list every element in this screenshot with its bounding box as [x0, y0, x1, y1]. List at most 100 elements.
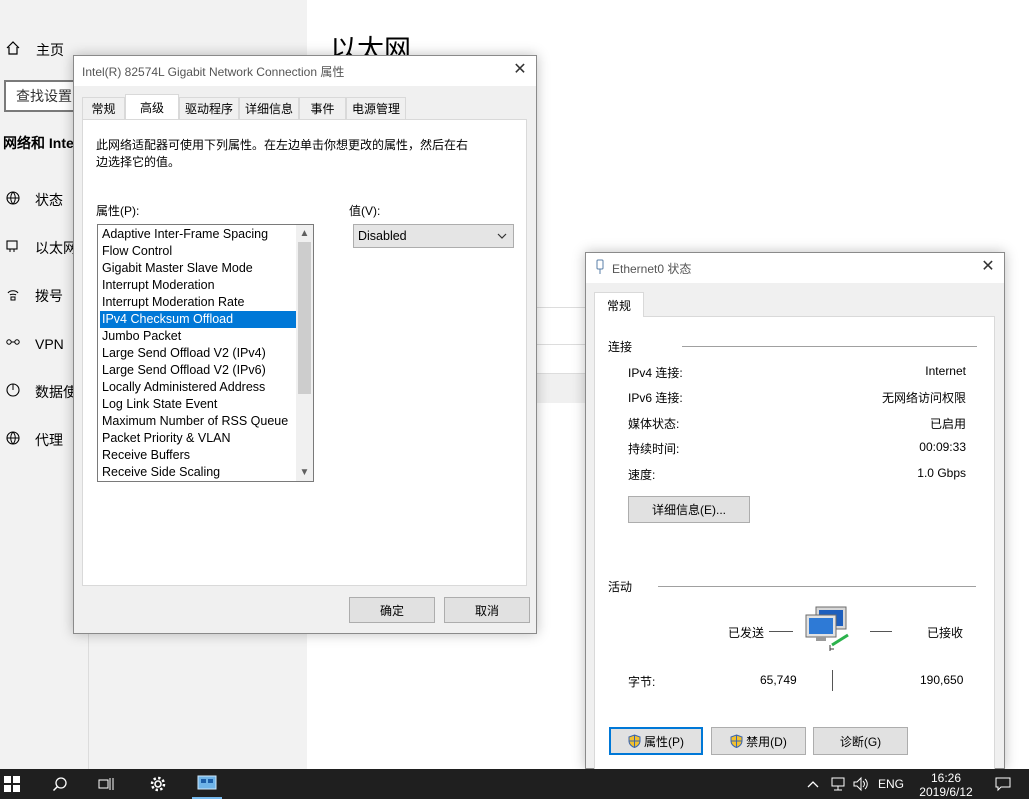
clock-time: 16:26 [930, 771, 962, 785]
proxy-globe-icon [3, 430, 23, 450]
list-item[interactable]: Adaptive Inter-Frame Spacing [100, 226, 296, 243]
received-line [870, 631, 892, 632]
volume-icon[interactable] [851, 769, 871, 799]
list-item[interactable]: Locally Administered Address [100, 379, 296, 396]
connection-section-title: 连接 [608, 340, 633, 354]
list-item[interactable]: Maximum Number of RSS Queue [100, 413, 296, 430]
list-item[interactable]: Log Link State Event [100, 396, 296, 413]
sidebar-item-label: VPN [35, 336, 64, 352]
value-label: 值(V): [349, 204, 381, 218]
sidebar-item-label: 代理 [35, 432, 63, 448]
sidebar-item-label: 数据使 [35, 384, 77, 400]
list-item[interactable]: Receive Buffers [100, 447, 296, 464]
sent-line [769, 631, 793, 632]
properties-button[interactable]: 属性(P) [609, 727, 703, 755]
button-label: 禁用(D) [746, 734, 787, 749]
bytes-separator [832, 670, 833, 691]
value-dropdown-selected: Disabled [358, 229, 407, 243]
dialog-title: Ethernet0 状态 [612, 261, 692, 276]
content-row [536, 344, 586, 373]
list-item[interactable]: Interrupt Moderation [100, 277, 296, 294]
tab-driver[interactable]: 驱动程序 [179, 97, 239, 119]
content-row [536, 307, 586, 344]
button-label: 属性(P) [644, 734, 684, 749]
list-item-selected[interactable]: IPv4 Checksum Offload [100, 311, 296, 328]
sidebar-section-title: 网络和 Inte [3, 135, 74, 151]
home-icon [3, 40, 23, 60]
dialog-titlebar[interactable]: Ethernet0 状态 ✕ [586, 253, 1004, 283]
row-value: 无网络访问权限 [881, 391, 966, 405]
dialog-title: Intel(R) 82574L Gigabit Network Connecti… [82, 64, 345, 79]
details-button[interactable]: 详细信息(E)... [628, 496, 750, 523]
row-value: Internet [925, 364, 966, 378]
list-item[interactable]: Packet Priority & VLAN [100, 430, 296, 447]
close-icon[interactable]: ✕ [980, 259, 996, 275]
scroll-up-arrow-icon[interactable]: ▲ [296, 225, 313, 242]
sidebar-item-label: 拨号 [35, 288, 63, 304]
notification-center-icon[interactable] [989, 769, 1017, 799]
cancel-button[interactable]: 取消 [444, 597, 530, 623]
scroll-down-arrow-icon[interactable]: ▼ [296, 464, 313, 481]
general-tab-page [594, 316, 995, 771]
uac-shield-icon [730, 734, 743, 749]
close-icon[interactable]: ✕ [512, 62, 528, 78]
settings-panel-divider [88, 634, 584, 769]
sidebar-item-label: 主页 [36, 42, 64, 58]
bytes-sent-value: 65,749 [760, 673, 797, 687]
ethernet-status-dialog: Ethernet0 状态 ✕ 常规 连接 IPv4 连接: Internet I… [585, 252, 1005, 771]
start-windows-icon[interactable] [0, 769, 24, 799]
network-tray-icon[interactable] [828, 769, 848, 799]
clock[interactable]: 16:26 2019/6/12 [915, 771, 977, 799]
list-item[interactable]: Large Send Offload V2 (IPv4) [100, 345, 296, 362]
network-connections-taskbar-icon[interactable] [192, 769, 222, 799]
tab-general[interactable]: 常规 [594, 292, 644, 317]
list-item[interactable]: Flow Control [100, 243, 296, 260]
network-adapter-icon [594, 259, 606, 278]
list-item[interactable]: Receive Side Scaling [100, 464, 296, 481]
dialog-titlebar[interactable]: Intel(R) 82574L Gigabit Network Connecti… [74, 56, 536, 86]
listbox-scrollbar[interactable]: ▲ ▼ [296, 225, 313, 481]
search-icon[interactable] [46, 769, 74, 799]
property-listbox[interactable]: Adaptive Inter-Frame Spacing Flow Contro… [97, 224, 314, 482]
search-placeholder: 查找设置 [16, 88, 72, 104]
list-item[interactable]: Large Send Offload V2 (IPv6) [100, 362, 296, 379]
tab-power-management[interactable]: 电源管理 [346, 97, 406, 119]
ok-button[interactable]: 确定 [349, 597, 435, 623]
tab-details[interactable]: 详细信息 [239, 97, 299, 119]
task-view-icon[interactable] [93, 769, 121, 799]
network-computers-icon [802, 605, 858, 656]
speed-row: 速度: 1.0 Gbps [628, 466, 966, 484]
list-item[interactable]: Jumbo Packet [100, 328, 296, 345]
data-usage-icon [3, 382, 23, 402]
input-language[interactable]: ENG [878, 777, 904, 791]
scroll-thumb[interactable] [298, 242, 311, 394]
diagnose-button[interactable]: 诊断(G) [813, 727, 908, 755]
bytes-label: 字节: [628, 675, 656, 689]
received-label: 已接收 [927, 626, 964, 640]
value-dropdown[interactable]: Disabled [353, 224, 514, 248]
taskbar: ENG 16:26 2019/6/12 [0, 769, 1029, 799]
list-item[interactable]: Interrupt Moderation Rate [100, 294, 296, 311]
row-value: 已启用 [929, 417, 966, 431]
section-divider [658, 586, 976, 587]
tab-advanced[interactable]: 高级 [125, 94, 179, 119]
disable-button[interactable]: 禁用(D) [711, 727, 806, 755]
list-item[interactable]: Gigabit Master Slave Mode [100, 260, 296, 277]
adapter-properties-dialog: Intel(R) 82574L Gigabit Network Connecti… [73, 55, 537, 634]
property-label: 属性(P): [96, 204, 140, 218]
activity-section-title: 活动 [608, 580, 633, 594]
settings-gear-icon[interactable] [143, 769, 173, 799]
dialup-icon [3, 286, 23, 306]
duration-row: 持续时间: 00:09:33 [628, 440, 966, 458]
chevron-up-icon[interactable] [805, 769, 821, 799]
row-key: IPv6 连接: [628, 391, 683, 405]
row-key: 速度: [628, 468, 656, 482]
settings-content-rows [536, 307, 586, 403]
content-row [536, 373, 586, 403]
description-text: 此网络适配器可使用下列属性。在左边单击你想更改的属性，然后在右边选择它的值。 [96, 138, 469, 169]
tab-general[interactable]: 常规 [82, 97, 125, 119]
media-state-row: 媒体状态: 已启用 [628, 415, 966, 433]
section-divider [682, 346, 977, 347]
tab-events[interactable]: 事件 [299, 97, 346, 119]
sent-label: 已发送 [728, 626, 765, 640]
